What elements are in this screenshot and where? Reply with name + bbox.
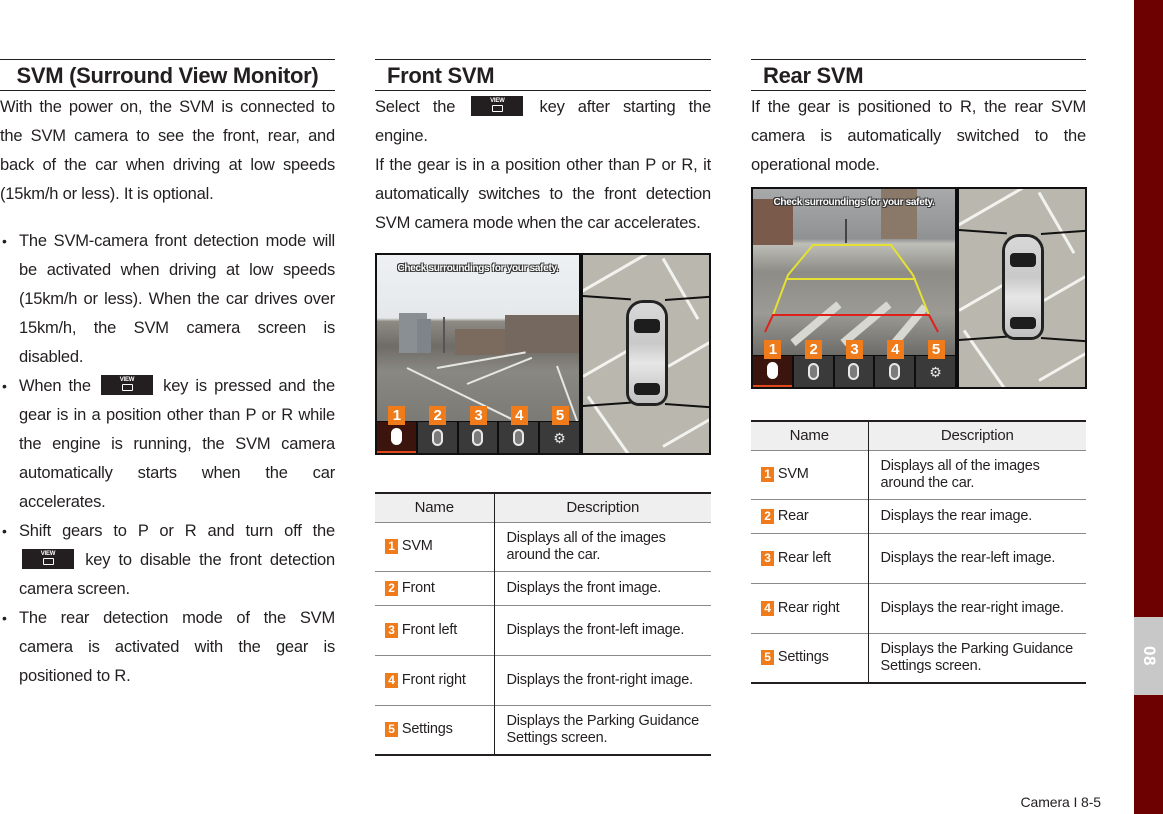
safety-caption: Check surroundings for your safety. [397,263,559,274]
page-footer: Camera I 8-5 [1020,794,1102,810]
top-down-view [581,255,709,453]
front-view-icon [431,429,443,446]
svm-overview-column: SVM (Surround View Monitor) With the pow… [0,59,335,691]
svm-bullet-list: The SVM-camera front detection mode will… [0,227,335,691]
rear-camera-view: Check surroundings for your safety. [753,189,955,355]
view-mode-buttons: 1 2 3 4 5 ⚙ [753,340,955,387]
view-key-icon: VIEW [100,375,153,395]
bullet-item: Shift gears to P or R and turn off the V… [0,517,335,604]
gear-icon: ⚙ [553,429,566,446]
rear-right-view-icon [889,363,901,380]
safety-caption: Check surroundings for your safety. [773,197,935,208]
bullet-item: When the VIEW key is pressed and the gea… [0,372,335,517]
rear-left-view-icon [848,363,860,380]
table-row: 4 Rear right Displays the rear-right ima… [751,582,1086,633]
svm-all-button[interactable]: 1 [377,406,416,453]
table-row: 2 Front Displays the front image. [375,570,711,605]
rear-right-view-button[interactable]: 4 [875,340,915,387]
front-right-view-icon [513,429,525,446]
svm-section-title: SVM (Surround View Monitor) [0,59,335,91]
chapter-number: 08 [1139,646,1159,666]
front-left-view-button[interactable]: 3 [458,406,498,453]
table-row: 1 SVM Displays all of the images around … [375,521,711,571]
rear-view-button[interactable]: 2 [793,340,833,387]
view-key-icon: VIEW [22,549,74,569]
rear-svm-column: Rear SVM If the gear is positioned to R,… [751,59,1087,684]
car-top-view [1005,237,1041,337]
table-row: 3 Front left Displays the front-left ima… [375,604,711,655]
svm-all-icon [390,428,402,445]
column-header-description: Description [867,421,1086,450]
front-svm-screen: Check surroundings for your safety. 1 2 … [375,253,711,455]
rear-svm-title: Rear SVM [751,59,1086,91]
bullet-item: The SVM-camera front detection mode will… [0,227,335,372]
view-key-icon: VIEW [471,96,524,116]
gear-icon: ⚙ [929,363,942,380]
front-svm-paragraph-2: If the gear is in a position other than … [375,156,711,232]
front-svm-table: Name Description 1 SVM Displays all of t… [375,492,711,756]
car-top-view [629,303,665,403]
front-view-button[interactable]: 2 [417,406,457,453]
table-row: 5 Settings Displays the Parking Guidance… [751,632,1086,683]
svm-all-button[interactable]: 1 [753,340,792,387]
chapter-tab[interactable]: 08 [1134,617,1163,695]
table-row: 5 Settings Displays the Parking Guidance… [375,704,711,755]
front-svm-paragraph-1: Select the VIEW key after starting the e… [375,96,712,145]
column-header-name: Name [375,493,494,522]
front-right-view-button[interactable]: 4 [499,406,539,453]
rear-svm-paragraph: If the gear is positioned to R, the rear… [751,98,1086,174]
view-mode-buttons: 1 2 3 4 5 ⚙ [377,406,579,453]
rear-svm-table: Name Description 1 SVM Displays all of t… [751,420,1086,684]
top-down-view [957,189,1085,387]
front-left-view-icon [472,429,484,446]
svm-intro-paragraph: With the power on, the SVM is connected … [0,98,335,203]
table-row: 1 SVM Displays all of the images around … [751,449,1086,499]
table-row: 2 Rear Displays the rear image. [751,498,1086,533]
column-header-name: Name [751,421,868,450]
rear-svm-screen: Check surroundings for your safety. 1 2 … [751,187,1087,389]
front-svm-title: Front SVM [375,59,711,91]
front-svm-column: Front SVM Select the VIEW key after star… [375,59,711,756]
column-header-description: Description [493,493,711,522]
settings-button[interactable]: 5 ⚙ [916,340,955,387]
settings-button[interactable]: 5 ⚙ [540,406,579,453]
rear-view-icon [807,363,819,380]
front-camera-view: Check surroundings for your safety. [377,255,579,421]
table-row: 3 Rear left Displays the rear-left image… [751,532,1086,583]
svm-all-icon [766,362,778,379]
parking-guide-lines [764,244,939,333]
bullet-item: The rear detection mode of the SVM camer… [0,604,335,691]
table-row: 4 Front right Displays the front-right i… [375,654,711,705]
rear-left-view-button[interactable]: 3 [834,340,874,387]
